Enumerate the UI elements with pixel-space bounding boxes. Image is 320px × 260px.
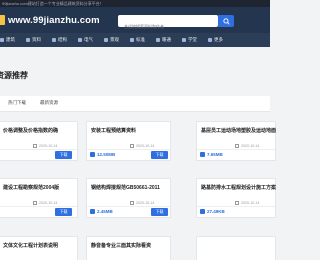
resource-card[interactable]: 路基防排水工程规划设计施工方案 2020-10-14 27.49KB [196, 178, 276, 218]
nav-label: 学堂 [188, 37, 197, 42]
search-icon [222, 17, 230, 25]
building-icon [0, 38, 4, 42]
tab-latest-resources[interactable]: 最新资源 [40, 100, 58, 106]
card-title[interactable]: 钢结构焊接规范GB50661-2011 [91, 184, 160, 191]
card-date: 2020-10-14 [33, 144, 57, 148]
nav-label: 电气 [84, 37, 93, 42]
divider [0, 206, 77, 207]
main-nav: 建筑 资料 结构 电气 景观 标准 暖通 学堂 更多 [0, 33, 270, 47]
nav-label: 更多 [214, 37, 223, 42]
divider [87, 206, 170, 207]
resource-card[interactable]: 建设工程勘察规范2004版 2020-10-14 下载 [0, 178, 78, 218]
download-button[interactable]: 下载 [55, 208, 72, 216]
card-date: 2020-10-14 [235, 201, 259, 205]
divider [87, 149, 170, 150]
nav-item-materials[interactable]: 资料 [26, 37, 41, 43]
file-size: 7.65MB [200, 152, 223, 157]
divider [0, 149, 77, 150]
resource-card[interactable]: 静音备专业三面其实际看资 [86, 236, 171, 260]
fan-icon [156, 38, 160, 42]
file-icon [200, 152, 205, 157]
nav-item-more[interactable]: 更多 [208, 37, 223, 43]
top-info-bar: 99jianzhu.com建站打造一个专业精品建筑资料分享平台！ [0, 0, 270, 7]
calendar-icon [235, 201, 239, 205]
resource-card[interactable]: 基层员工运动场地塑胶及运动地面 2020-10-14 7.65MB [196, 121, 276, 161]
section-title: 资源推荐 [0, 71, 28, 80]
tab-hot-downloads[interactable]: 热门下载 [8, 100, 26, 106]
calendar-icon [33, 201, 37, 205]
card-title[interactable]: 建设工程勘察规范2004版 [3, 184, 59, 191]
structure-icon [52, 38, 56, 42]
tree-icon [104, 38, 108, 42]
search-input[interactable] [118, 20, 218, 33]
card-title[interactable]: 静音备专业三面其实际看资 [91, 242, 151, 249]
nav-item-hvac[interactable]: 暖通 [156, 37, 171, 43]
resource-tabs: 热门下载 最新资源 [0, 96, 270, 112]
search-button[interactable] [218, 15, 234, 27]
nav-label: 结构 [58, 37, 67, 42]
card-date: 2020-10-14 [235, 144, 259, 148]
file-size: 12.50MB [90, 152, 115, 157]
card-title[interactable]: 基层员工运动场地塑胶及运动地面 [201, 127, 276, 134]
calendar-icon [235, 144, 239, 148]
download-button[interactable]: 下载 [151, 208, 168, 216]
graduation-icon [182, 38, 186, 42]
nav-label: 暖通 [162, 37, 171, 42]
calendar-icon [33, 144, 37, 148]
calendar-icon [130, 144, 134, 148]
resource-card[interactable] [196, 236, 276, 260]
resource-card[interactable]: 安装工程预结算资料 2020-10-14 12.50MB 下载 [86, 121, 171, 161]
date-text: 2020-10-14 [136, 201, 155, 205]
date-text: 2020-10-14 [39, 201, 58, 205]
document-icon [26, 38, 30, 42]
size-text: 12.50MB [97, 152, 116, 157]
nav-label: 资料 [32, 37, 41, 42]
date-text: 2020-10-14 [39, 144, 58, 148]
site-header: www.99jianzhu.com [0, 7, 270, 33]
nav-label: 标准 [136, 37, 145, 42]
nav-item-electrical[interactable]: 电气 [78, 37, 93, 43]
calendar-icon [130, 201, 134, 205]
size-text: 2.45MB [97, 209, 113, 214]
grid-icon [208, 38, 212, 42]
divider [197, 149, 275, 150]
date-text: 2020-10-14 [241, 144, 260, 148]
resource-card[interactable]: 价格调整及价格指数的确 2020-10-14 下载 [0, 121, 78, 161]
file-icon [90, 152, 95, 157]
nav-label: 景观 [110, 37, 119, 42]
card-title[interactable]: 文体文化工程计划表说明 [3, 242, 58, 249]
logo-text: www.99jianzhu.com [8, 14, 100, 26]
nav-item-architecture[interactable]: 建筑 [0, 37, 15, 43]
resource-card[interactable]: 文体文化工程计划表说明 [0, 236, 78, 260]
card-title[interactable]: 路基防排水工程规划设计施工方案 [201, 184, 276, 191]
size-text: 27.49KB [207, 209, 225, 214]
card-title[interactable]: 价格调整及价格指数的确 [3, 127, 58, 134]
size-text: 7.65MB [207, 152, 223, 157]
nav-item-structure[interactable]: 结构 [52, 37, 67, 43]
file-icon [200, 209, 205, 214]
divider [197, 206, 275, 207]
book-icon [130, 38, 134, 42]
date-text: 2020-10-14 [136, 144, 155, 148]
nav-item-academy[interactable]: 学堂 [182, 37, 197, 43]
nav-item-standards[interactable]: 标准 [130, 37, 145, 43]
card-title[interactable]: 安装工程预结算资料 [91, 127, 136, 134]
nav-label: 建筑 [6, 37, 15, 42]
card-date: 2020-10-14 [130, 144, 154, 148]
file-size: 27.49KB [200, 209, 225, 214]
card-date: 2020-10-14 [33, 201, 57, 205]
bolt-icon [78, 38, 82, 42]
download-button[interactable]: 下载 [55, 151, 72, 159]
date-text: 2020-10-14 [241, 201, 260, 205]
file-size: 2.45MB [90, 209, 113, 214]
card-date: 2020-10-14 [130, 201, 154, 205]
download-button[interactable]: 下载 [151, 151, 168, 159]
nav-item-landscape[interactable]: 景观 [104, 37, 119, 43]
site-logo[interactable]: www.99jianzhu.com [0, 13, 100, 27]
logo-icon [0, 15, 5, 25]
resource-card[interactable]: 钢结构焊接规范GB50661-2011 2020-10-14 2.45MB 下载 [86, 178, 171, 218]
search-box [118, 15, 218, 33]
file-icon [90, 209, 95, 214]
